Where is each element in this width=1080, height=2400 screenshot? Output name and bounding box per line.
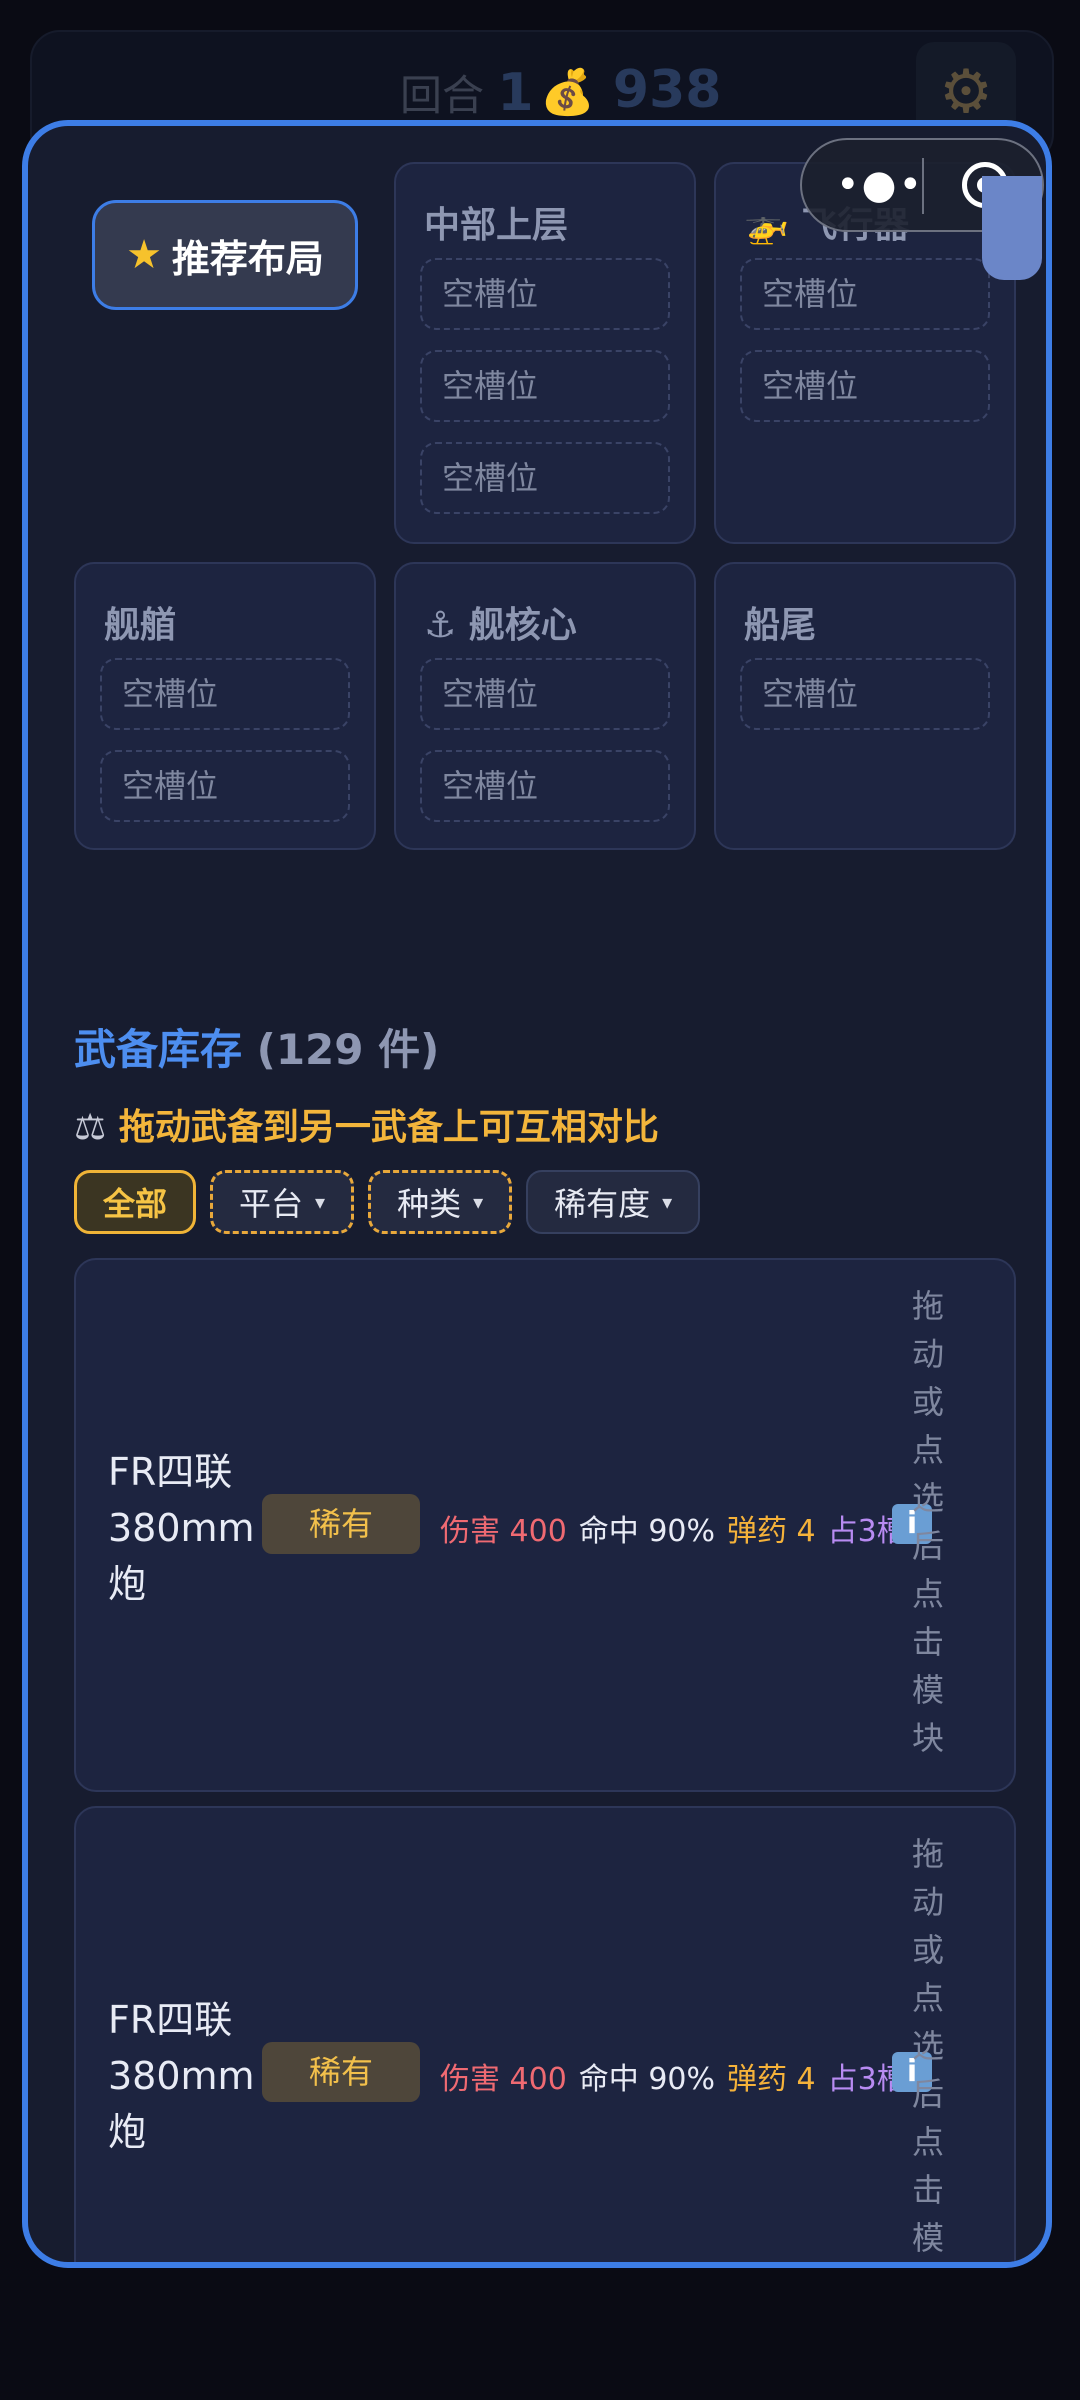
round-label: 回合 — [400, 71, 485, 120]
filter-label: 种类 — [397, 1185, 462, 1223]
section-bow: 舰艏 空槽位 空槽位 — [74, 562, 376, 850]
section-core: ⚓ 舰核心 空槽位 空槽位 — [394, 562, 696, 850]
filter-rarity[interactable]: 稀有度 ▾ — [526, 1170, 701, 1234]
filter-platform[interactable]: 平台 ▾ — [210, 1170, 355, 1234]
empty-slot[interactable]: 空槽位 — [100, 750, 350, 822]
empty-slot[interactable]: 空槽位 — [420, 658, 670, 730]
round-indicator: 回合 1 — [400, 62, 534, 123]
damage-stat: 伤害 400 — [440, 2062, 567, 2097]
scale-icon: ⚖ — [74, 1107, 107, 1148]
compare-tip-text: 拖动武备到另一武备上可互相对比 — [118, 1107, 659, 1148]
weapon-card[interactable]: FR四联380mm炮 稀有 伤害 400 命中 90% 弹药 4 占3槽 i 拖动或点… — [74, 1258, 1016, 1792]
round-value: 1 — [497, 63, 534, 123]
empty-slot[interactable]: 空槽位 — [420, 442, 670, 514]
recommend-layout-button[interactable]: ★ 推荐布局 — [92, 200, 358, 310]
scrollbar-thumb[interactable] — [982, 176, 1042, 280]
weapon-name: FR四联380mm炮 — [108, 1450, 255, 1606]
section-mid-upper: 中部上层 空槽位 空槽位 空槽位 — [394, 162, 696, 544]
gold-indicator: 💰 938 — [540, 60, 721, 120]
empty-slot[interactable]: 空槽位 — [420, 350, 670, 422]
filter-type[interactable]: 种类 ▾ — [368, 1170, 513, 1234]
drag-hint: 拖动或点选后点击模块 — [911, 1835, 944, 2257]
damage-stat: 伤害 400 — [440, 1514, 567, 1549]
empty-slot[interactable]: 空槽位 — [740, 258, 990, 330]
drag-hint: 拖动或点选后点击模块 — [911, 1287, 944, 1757]
empty-slot[interactable]: 空槽位 — [740, 658, 990, 730]
filter-bar: 全部 平台 ▾ 种类 ▾ 稀有度 ▾ — [74, 1170, 701, 1234]
inventory-title: 武备库存 (129 件) — [74, 1016, 439, 1077]
empty-slot[interactable]: 空槽位 — [740, 350, 990, 422]
more-dots-icon[interactable]: •●• — [836, 162, 924, 208]
empty-slot[interactable]: 空槽位 — [420, 750, 670, 822]
weapon-card[interactable]: FR四联380mm炮 稀有 伤害 400 命中 90% 弹药 4 占3槽 i 拖动或点… — [74, 1806, 1016, 2262]
ammo-stat: 弹药 4 — [727, 1514, 816, 1549]
inventory-count: (129 件) — [256, 1025, 440, 1074]
capsule-divider — [922, 158, 924, 214]
caret-down-icon: ▾ — [473, 1190, 484, 1214]
hit-stat: 命中 90% — [578, 1514, 716, 1549]
filter-all[interactable]: 全部 — [74, 1170, 197, 1234]
section-title: 中部上层 — [424, 205, 569, 246]
rarity-badge: 稀有 — [262, 2042, 420, 2102]
caret-down-icon: ▾ — [315, 1190, 326, 1214]
caret-down-icon: ▾ — [662, 1190, 673, 1214]
weapon-stats: 伤害 400 命中 90% 弹药 4 占3槽 — [440, 1506, 907, 1550]
inventory-title-text: 武备库存 — [74, 1025, 243, 1074]
section-stern: 船尾 空槽位 — [714, 562, 1016, 850]
rarity-badge: 稀有 — [262, 1494, 420, 1554]
filter-label: 稀有度 — [554, 1185, 651, 1223]
loadout-modal: ★ 推荐布局 中部上层 空槽位 空槽位 空槽位 🚁 飞行器 空槽位 空槽位 舰艏… — [22, 120, 1052, 2268]
weapon-name: FR四联380mm炮 — [108, 1998, 255, 2154]
empty-slot[interactable]: 空槽位 — [420, 258, 670, 330]
section-title: ⚓ 舰核心 — [424, 605, 577, 646]
ammo-stat: 弹药 4 — [727, 2062, 816, 2097]
recommend-layout-label: 推荐布局 — [171, 236, 324, 281]
section-title: 船尾 — [744, 605, 817, 646]
compare-tip: ⚖ 拖动武备到另一武备上可互相对比 — [74, 1098, 659, 1150]
weapon-stats: 伤害 400 命中 90% 弹药 4 占3槽 — [440, 2054, 907, 2098]
section-title: 舰艏 — [104, 605, 177, 646]
hit-stat: 命中 90% — [578, 2062, 716, 2097]
star-icon: ★ — [126, 232, 162, 278]
moneybag-icon: 💰 — [540, 67, 595, 118]
empty-slot[interactable]: 空槽位 — [100, 658, 350, 730]
gold-value: 938 — [612, 60, 722, 120]
filter-label: 平台 — [239, 1185, 304, 1223]
filter-label: 全部 — [103, 1185, 168, 1223]
